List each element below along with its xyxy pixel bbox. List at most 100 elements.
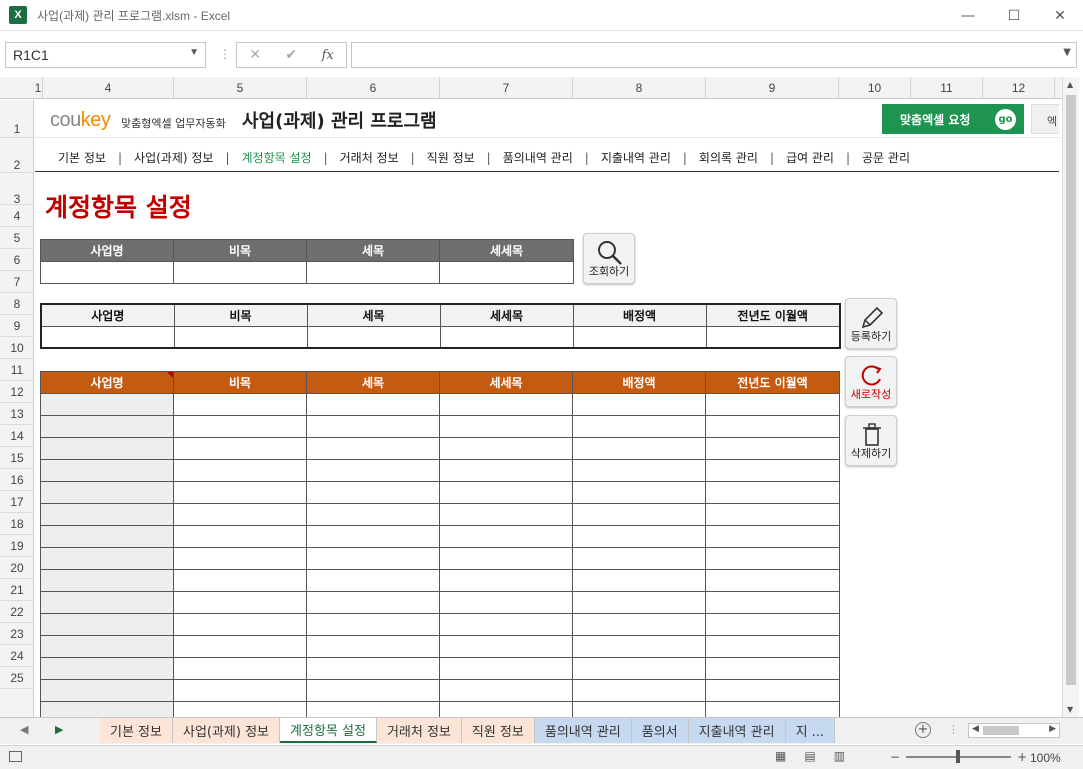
list-cell[interactable] (572, 591, 706, 614)
row-header[interactable]: 4 (0, 205, 34, 227)
column-header[interactable]: 1 (34, 77, 43, 99)
list-cell[interactable] (306, 679, 440, 702)
nav-item[interactable]: 품의내역 관리 (503, 149, 573, 166)
tab-scroll-left-icon[interactable]: ◀ (20, 723, 28, 736)
tab-sheet[interactable]: 직원 정보 (461, 718, 535, 743)
list-cell[interactable] (40, 679, 174, 702)
list-cell[interactable] (439, 569, 573, 592)
scroll-down-icon[interactable]: ▼ (1067, 705, 1073, 714)
list-cell[interactable] (572, 393, 706, 416)
side-tag[interactable]: 엑 (1031, 104, 1059, 134)
column-header[interactable]: 8 (573, 77, 706, 99)
form-input-cell[interactable] (439, 325, 574, 349)
zoom-slider-knob[interactable] (956, 750, 961, 763)
list-cell[interactable] (705, 657, 840, 680)
row-header[interactable]: 1 (0, 100, 34, 138)
list-cell[interactable] (705, 437, 840, 460)
list-cell[interactable] (705, 547, 840, 570)
list-cell[interactable] (40, 525, 174, 548)
list-cell[interactable] (40, 569, 174, 592)
worksheet[interactable]: coukey 맞춤형엑셀 업무자동화 사업(과제) 관리 프로그램 맞춤엑셀 요… (35, 100, 1059, 717)
column-header[interactable]: 6 (307, 77, 440, 99)
nav-item[interactable]: 급여 관리 (786, 149, 834, 166)
list-cell[interactable] (173, 525, 307, 548)
macro-record-icon[interactable] (9, 751, 22, 762)
list-cell[interactable] (572, 437, 706, 460)
nav-item[interactable]: 계정항목 설정 (242, 149, 312, 166)
list-cell[interactable] (40, 701, 174, 717)
column-header[interactable]: 10 (839, 77, 911, 99)
cancel-icon[interactable]: ✕ (249, 47, 261, 63)
search-input-cell[interactable] (439, 261, 574, 284)
list-cell[interactable] (439, 415, 573, 438)
search-input-cell[interactable] (306, 261, 440, 284)
horizontal-scrollbar[interactable]: ◀ ▶ (968, 723, 1060, 738)
row-header[interactable]: 20 (0, 557, 34, 579)
list-cell[interactable] (173, 679, 307, 702)
list-cell[interactable] (306, 657, 440, 680)
row-header[interactable]: 9 (0, 315, 34, 337)
search-button[interactable]: 조회하기 (583, 233, 635, 284)
add-sheet-icon[interactable]: + (915, 722, 931, 738)
list-cell[interactable] (173, 459, 307, 482)
list-cell[interactable] (439, 613, 573, 636)
list-cell[interactable] (306, 393, 440, 416)
list-cell[interactable] (572, 547, 706, 570)
column-header[interactable]: 9 (706, 77, 839, 99)
list-cell[interactable] (705, 481, 840, 504)
list-cell[interactable] (173, 591, 307, 614)
zoom-slider[interactable] (906, 750, 1012, 763)
row-header[interactable]: 6 (0, 249, 34, 271)
row-header[interactable]: 22 (0, 601, 34, 623)
row-header[interactable]: 18 (0, 513, 34, 535)
list-cell[interactable] (572, 503, 706, 526)
list-cell[interactable] (306, 569, 440, 592)
list-cell[interactable] (572, 679, 706, 702)
list-cell[interactable] (705, 679, 840, 702)
list-cell[interactable] (306, 613, 440, 636)
row-header[interactable]: 15 (0, 447, 34, 469)
list-cell[interactable] (705, 591, 840, 614)
row-header[interactable]: 8 (0, 293, 34, 315)
list-cell[interactable] (306, 459, 440, 482)
vertical-scroll-thumb[interactable] (1066, 95, 1076, 685)
tab-sheet[interactable]: 지 ... (785, 718, 836, 743)
page-break-view-icon[interactable]: ▥ (834, 749, 845, 763)
list-cell[interactable] (40, 459, 174, 482)
list-cell[interactable] (173, 657, 307, 680)
formula-input[interactable]: ▼ (351, 42, 1077, 68)
list-cell[interactable] (306, 635, 440, 658)
list-cell[interactable] (40, 503, 174, 526)
tab-sheet[interactable]: 품의서 (631, 718, 689, 743)
row-header[interactable]: 19 (0, 535, 34, 557)
list-cell[interactable] (705, 613, 840, 636)
list-cell[interactable] (572, 415, 706, 438)
page-layout-view-icon[interactable]: ▤ (804, 749, 815, 763)
nav-item[interactable]: 거래처 정보 (340, 149, 399, 166)
column-header[interactable]: 11 (911, 77, 983, 99)
row-header[interactable]: 13 (0, 403, 34, 425)
row-header[interactable]: 16 (0, 469, 34, 491)
row-header[interactable]: 17 (0, 491, 34, 513)
column-header[interactable]: 4 (43, 77, 174, 99)
list-cell[interactable] (439, 437, 573, 460)
column-header[interactable]: 7 (440, 77, 573, 99)
list-cell[interactable] (306, 547, 440, 570)
tab-sheet[interactable]: 지출내역 관리 (688, 718, 786, 743)
row-header[interactable]: 21 (0, 579, 34, 601)
column-header[interactable]: 5 (174, 77, 307, 99)
new-button[interactable]: 새로작성 (845, 356, 897, 407)
list-cell[interactable] (572, 701, 706, 717)
list-cell[interactable] (306, 437, 440, 460)
form-input-cell[interactable] (306, 325, 441, 349)
list-cell[interactable] (173, 701, 307, 717)
search-input-cell[interactable] (173, 261, 307, 284)
close-button[interactable]: ✕ (1037, 0, 1083, 31)
vertical-scrollbar[interactable]: ▲ ▼ (1062, 77, 1079, 717)
insert-function-icon[interactable]: fx (322, 48, 334, 63)
zoom-level[interactable]: 100% (1030, 751, 1061, 765)
list-cell[interactable] (173, 547, 307, 570)
horizontal-scroll-thumb[interactable] (983, 726, 1019, 735)
list-cell[interactable] (173, 635, 307, 658)
nav-item[interactable]: 직원 정보 (427, 149, 475, 166)
